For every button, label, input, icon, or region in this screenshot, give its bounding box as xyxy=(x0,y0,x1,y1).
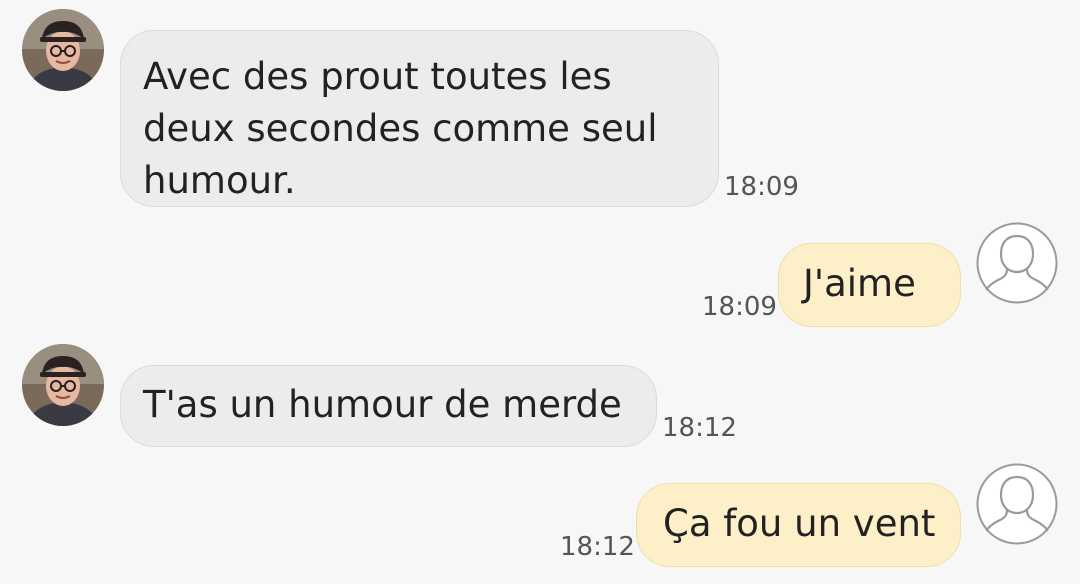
message-text-line: T'as un humour de merde xyxy=(143,383,622,426)
message-row-incoming: T'as un humour de merde 18:12 xyxy=(0,340,1080,460)
contact-avatar[interactable] xyxy=(22,344,104,426)
message-timestamp: 18:12 xyxy=(560,532,635,562)
message-text-line: J'aime xyxy=(803,262,916,305)
message-timestamp: 18:12 xyxy=(662,413,737,443)
message-row-incoming: Avec des prout toutes les deux secondes … xyxy=(0,0,1080,210)
outgoing-message-bubble[interactable]: J'aime xyxy=(778,243,961,327)
message-text-line: Avec des prout toutes les xyxy=(143,55,612,98)
message-row-outgoing: 18:09 J'aime xyxy=(0,220,1080,340)
outgoing-message-bubble[interactable]: Ça fou un vent xyxy=(636,483,961,567)
user-avatar[interactable] xyxy=(976,463,1058,545)
incoming-message-bubble[interactable]: Avec des prout toutes les deux secondes … xyxy=(120,30,719,207)
default-user-avatar-icon xyxy=(976,463,1058,545)
user-avatar[interactable] xyxy=(976,222,1058,304)
contact-photo-avatar xyxy=(22,344,104,426)
contact-photo-avatar xyxy=(22,9,104,91)
message-row-outgoing: 18:12 Ça fou un vent xyxy=(0,460,1080,584)
message-timestamp: 18:09 xyxy=(724,172,799,202)
incoming-message-bubble[interactable]: T'as un humour de merde xyxy=(120,365,657,447)
message-text-line: humour. xyxy=(143,159,296,202)
message-timestamp: 18:09 xyxy=(702,292,777,322)
default-user-avatar-icon xyxy=(976,222,1058,304)
message-text-line: Ça fou un vent xyxy=(663,502,936,545)
message-text-line: deux secondes comme seul xyxy=(143,107,658,150)
contact-avatar[interactable] xyxy=(22,9,104,91)
